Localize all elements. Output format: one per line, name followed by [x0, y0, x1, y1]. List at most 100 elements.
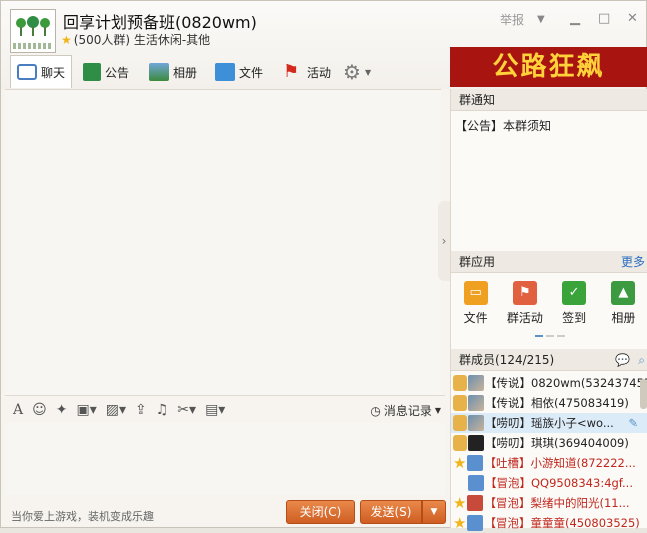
apps-header: 群应用 更多: [451, 251, 647, 273]
avatar: [468, 435, 484, 451]
emoji-icon[interactable]: ☺: [32, 402, 47, 418]
member-list-scrollbar[interactable]: [640, 379, 647, 409]
member-row[interactable]: 【唠叨】瑶族小子<wo... ✎: [451, 413, 647, 433]
report-link[interactable]: 举报: [500, 11, 524, 28]
tab-activity[interactable]: ⚑ 活动: [283, 57, 331, 87]
more-tools-icon[interactable]: ▤▾: [205, 402, 225, 418]
member-level-icon: [453, 395, 467, 411]
maximize-icon[interactable]: □: [598, 11, 610, 26]
member-level-icon: [453, 415, 467, 431]
avatar: [468, 415, 484, 431]
tab-announcement-label: 公告: [105, 65, 130, 80]
app-activity-label: 群活动: [506, 311, 543, 325]
music-icon[interactable]: ♫: [156, 402, 169, 418]
member-row[interactable]: 【冒泡】QQ9508343:4gf...: [451, 473, 647, 493]
members-header: 群成员(124/215) 💬 ⌕: [451, 349, 647, 371]
settings-menu[interactable]: ⚙ ▼: [343, 57, 371, 87]
send-options-button[interactable]: ▼: [422, 500, 446, 524]
member-row[interactable]: ★ 【冒泡】童童童(450803525): [451, 513, 647, 533]
member-row[interactable]: ★ 【吐槽】小游知道(872222...: [451, 453, 647, 473]
apps-pager: [535, 335, 565, 337]
input-toolbar: A ☺ ✦ ▣▾ ▨▾ ⇪ ♫ ✂▾ ▤▾ ◷ 消息记录 ▼: [5, 395, 445, 423]
member-row[interactable]: 【唠叨】琪琪(369404009): [451, 433, 647, 453]
tab-activity-label: 活动: [307, 65, 332, 80]
avatar: [468, 475, 484, 491]
member-level-icon: [453, 435, 467, 451]
gift-icon[interactable]: ▣▾: [76, 402, 96, 418]
dropdown-icon[interactable]: ▼: [537, 14, 545, 25]
group-name[interactable]: 回享计划预备班(0820wm): [63, 9, 257, 33]
tab-album[interactable]: 相册: [149, 57, 197, 87]
app-checkin[interactable]: ✓ 签到: [550, 281, 599, 341]
send-button[interactable]: 发送(S): [360, 500, 422, 524]
screenshot-icon[interactable]: ✂▾: [177, 402, 196, 418]
status-text[interactable]: 当你爱上游戏，装机变成乐趣: [11, 508, 154, 524]
member-name: 【唠叨】瑶族小子<wo...: [485, 416, 614, 430]
star-icon: ★: [453, 514, 467, 532]
app-files[interactable]: ▭ 文件: [451, 281, 500, 341]
app-album[interactable]: ▲ 相册: [599, 281, 647, 341]
clock-icon: ◷: [370, 403, 381, 418]
minimize-icon[interactable]: ▁: [570, 11, 580, 26]
flag-icon: ⚑: [283, 61, 300, 82]
megaphone-icon: [83, 63, 101, 81]
message-area[interactable]: [5, 89, 441, 395]
ad-banner[interactable]: 公路狂飙: [450, 47, 647, 87]
pager-dot[interactable]: [535, 335, 543, 337]
qq-group-chat-window: 回享计划预备班(0820wm) ★ (500人群) 生活休闲-其他 举报 ▼ ▁…: [0, 0, 647, 532]
gear-icon: ⚙: [343, 60, 361, 84]
message-record-label: 消息记录: [383, 404, 432, 418]
app-files-label: 文件: [463, 311, 488, 325]
member-name: 【传说】相依(475083419): [485, 396, 629, 410]
tab-announcement[interactable]: 公告: [83, 57, 129, 87]
tab-album-label: 相册: [173, 65, 198, 80]
tab-chat-label: 聊天: [41, 65, 66, 80]
group-subtitle: ★ (500人群) 生活休闲-其他: [61, 31, 210, 48]
image-icon[interactable]: ▨▾: [106, 402, 126, 418]
member-row[interactable]: 【传说】相依(475083419): [451, 393, 647, 413]
app-album-label: 相册: [611, 311, 636, 325]
chevron-down-icon: ▼: [434, 406, 441, 415]
magic-icon[interactable]: ✦: [56, 402, 68, 418]
close-button[interactable]: 关闭(C): [286, 500, 355, 524]
notice-item[interactable]: 【公告】本群须知: [455, 117, 551, 134]
tab-chat[interactable]: 聊天: [10, 55, 73, 88]
tab-files-label: 文件: [239, 65, 264, 80]
avatar: [468, 375, 484, 391]
notice-header: 群通知: [451, 89, 647, 111]
logo-caption: [13, 43, 53, 49]
member-row[interactable]: ★ 【冒泡】梨绪中的阳光(11...: [451, 493, 647, 513]
member-name: 【唠叨】琪琪(369404009): [485, 436, 629, 450]
members-count: 群成员(124/215): [459, 353, 555, 367]
picture-icon: ▲: [611, 281, 636, 305]
upload-icon[interactable]: ⇪: [135, 402, 147, 418]
pager-dot[interactable]: [546, 335, 554, 337]
member-row[interactable]: 【传说】0820wm(532437455): [451, 373, 647, 393]
close-icon[interactable]: ✕: [627, 11, 638, 26]
pager-dot[interactable]: [557, 335, 565, 337]
avatar: [467, 515, 484, 531]
folder-icon: [215, 63, 235, 81]
tab-files[interactable]: 文件: [215, 57, 263, 87]
group-info[interactable]: (500人群) 生活休闲-其他: [74, 31, 210, 48]
member-list: 【传说】0820wm(532437455) 【传说】相依(475083419) …: [451, 373, 647, 533]
collapse-panel-button[interactable]: ›: [438, 201, 450, 281]
star-icon: ★: [453, 454, 467, 472]
apps-more-link[interactable]: 更多: [621, 251, 645, 273]
chat-bubble-icon[interactable]: 💬: [615, 349, 630, 371]
message-record-button[interactable]: ◷ 消息记录 ▼: [370, 402, 441, 419]
font-icon[interactable]: A: [13, 402, 23, 418]
edit-icon[interactable]: ✎: [628, 416, 638, 430]
star-icon: ★: [61, 32, 72, 47]
app-activity[interactable]: ⚑ 群活动: [500, 281, 549, 341]
search-icon[interactable]: ⌕: [638, 349, 645, 371]
member-name: 【吐槽】小游知道(872222...: [484, 456, 636, 470]
avatar: [468, 395, 484, 411]
avatar: [467, 495, 484, 511]
flag-icon: ⚑: [512, 281, 537, 305]
chevron-down-icon: ▼: [364, 67, 372, 77]
folder-icon: ▭: [463, 281, 488, 305]
group-avatar[interactable]: [10, 9, 56, 53]
picture-icon: [149, 63, 169, 81]
message-input[interactable]: [5, 423, 445, 495]
